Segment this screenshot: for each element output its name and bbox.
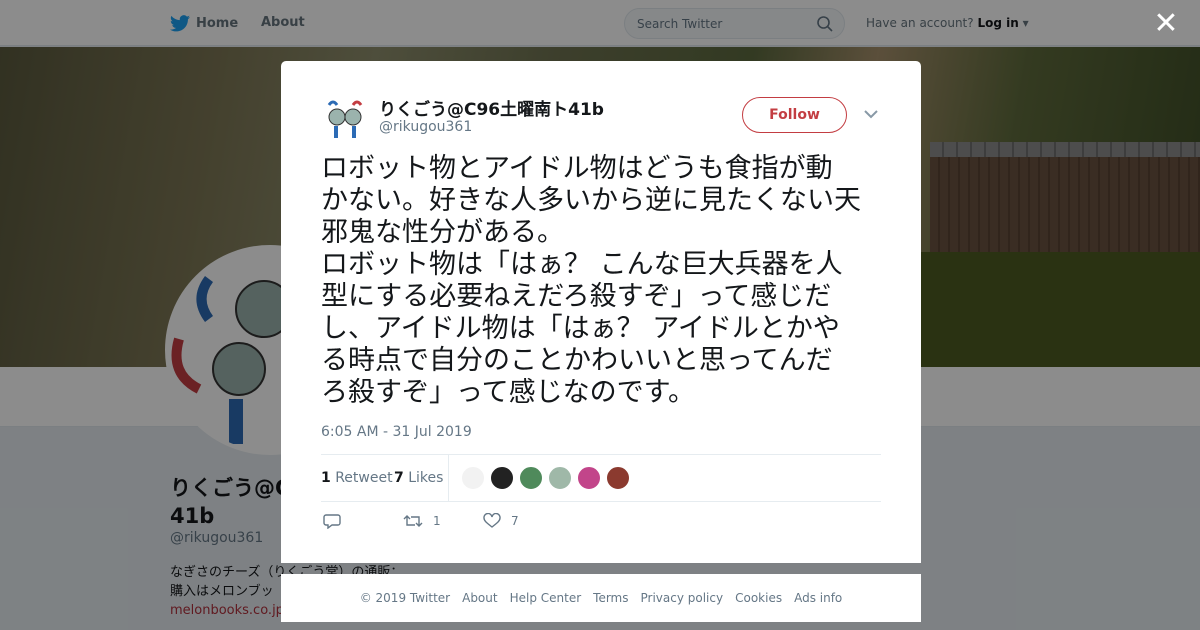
avatar-3-icon[interactable] bbox=[519, 466, 543, 490]
retweet-stat-label: Retweet bbox=[335, 470, 393, 486]
retweet-count: 1 bbox=[321, 470, 331, 486]
like-count: 7 bbox=[394, 470, 404, 486]
author-screen-name[interactable]: @rikugou361 bbox=[379, 119, 472, 135]
retweet-button[interactable]: 1 bbox=[403, 513, 441, 529]
likes-stat[interactable]: 7 Likes bbox=[394, 470, 443, 486]
follow-button[interactable]: Follow bbox=[742, 97, 847, 133]
retweet-icon bbox=[403, 515, 423, 527]
avatar-1-icon[interactable] bbox=[461, 466, 485, 490]
tweet-stats: 1 Retweet 7 Likes bbox=[321, 454, 881, 502]
tweet-modal: りくごう@C96土曜南ト41b @rikugou361 Follow ロボット物… bbox=[281, 61, 921, 563]
footer-link: © 2019 Twitter bbox=[359, 591, 451, 605]
footer: © 2019 Twitter About Help Center Terms Priva… bbox=[281, 574, 921, 622]
reply-icon bbox=[323, 514, 341, 529]
author-avatar[interactable] bbox=[321, 95, 369, 143]
tweet-text: ロボット物とアイドル物はどうも食指が動 かない。好きな人多いから逆に見たくない天… bbox=[321, 153, 861, 408]
footer-link[interactable]: Cookies bbox=[735, 591, 782, 605]
retweet-action-count: 1 bbox=[433, 514, 441, 528]
avatar-4-icon[interactable] bbox=[548, 466, 572, 490]
heart-icon bbox=[483, 513, 501, 528]
close-icon[interactable]: ✕ bbox=[1152, 9, 1180, 39]
likes-stat-label: Likes bbox=[408, 470, 444, 486]
footer-link[interactable]: About bbox=[462, 591, 497, 605]
footer-link[interactable]: Privacy policy bbox=[641, 591, 724, 605]
avatar-5-icon[interactable] bbox=[577, 466, 601, 490]
footer-link[interactable]: Help Center bbox=[510, 591, 582, 605]
footer-link[interactable]: Terms bbox=[593, 591, 628, 605]
liker-avatars bbox=[461, 466, 630, 490]
chevron-down-icon[interactable] bbox=[864, 109, 878, 119]
reply-button[interactable] bbox=[323, 513, 341, 529]
footer-link[interactable]: Ads info bbox=[794, 591, 842, 605]
retweet-stat[interactable]: 1 Retweet bbox=[321, 470, 393, 486]
avatar-2-icon[interactable] bbox=[490, 466, 514, 490]
like-action-count: 7 bbox=[511, 514, 519, 528]
tweet-timestamp[interactable]: 6:05 AM - 31 Jul 2019 bbox=[321, 424, 472, 440]
avatar-6-icon[interactable] bbox=[606, 466, 630, 490]
tweet-actions: 1 7 bbox=[321, 513, 881, 533]
like-button[interactable]: 7 bbox=[483, 513, 519, 529]
author-display-name[interactable]: りくごう@C96土曜南ト41b bbox=[379, 95, 604, 120]
stats-divider bbox=[448, 455, 449, 502]
